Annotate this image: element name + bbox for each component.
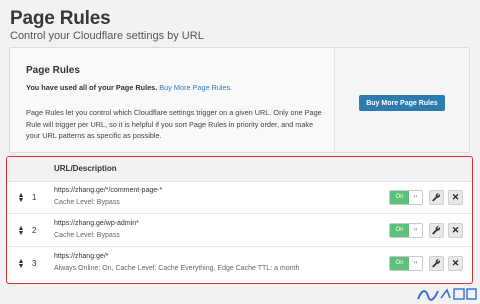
delete-rule-button[interactable]: ✕ xyxy=(448,256,463,271)
edit-rule-button[interactable] xyxy=(429,223,444,238)
wrench-icon xyxy=(432,259,441,268)
rule-priority: 3 xyxy=(32,259,37,268)
table-row: ▲ ▼ 2 https://zhang.ge/wp-admin* Cache Le… xyxy=(7,215,472,247)
rule-url: https://zhang.ge/* xyxy=(54,253,109,260)
usage-card-heading: Page Rules xyxy=(26,65,80,76)
rule-priority: 2 xyxy=(32,226,37,235)
rule-priority: 1 xyxy=(32,193,37,202)
table-row: ▲ ▼ 1 https://zhang.ge/*/comment-page-* C… xyxy=(7,182,472,214)
rule-url: https://zhang.ge/*/comment-page-* xyxy=(54,187,163,194)
url-description-column-header: URL/Description xyxy=(54,164,117,173)
rule-toggle[interactable]: On ‹› xyxy=(389,256,423,271)
toggle-knob-icon: ‹› xyxy=(413,194,418,200)
drag-handle-icon[interactable]: ▲ ▼ xyxy=(17,258,25,270)
wrench-icon xyxy=(432,193,441,202)
table-row: ▲ ▼ 3 https://zhang.ge/* Always Online: O… xyxy=(7,248,472,280)
page-title: Page Rules xyxy=(10,8,111,29)
buy-more-page-rules-button[interactable]: Buy More Page Rules xyxy=(359,95,445,111)
close-icon: ✕ xyxy=(451,258,460,268)
buy-more-link[interactable]: Buy More Page Rules. xyxy=(159,83,232,92)
usage-notice: You have used all of your Page Rules. Bu… xyxy=(26,83,232,92)
page-rules-table: URL/Description ▲ ▼ 1 https://zhang.ge/*/… xyxy=(6,156,473,284)
rule-settings: Cache Level: Bypass xyxy=(54,232,120,239)
delete-rule-button[interactable]: ✕ xyxy=(448,190,463,205)
rule-url: https://zhang.ge/wp-admin* xyxy=(54,220,139,227)
usage-card-actions: Buy More Page Rules xyxy=(334,48,469,152)
page-subtitle: Control your Cloudflare settings by URL xyxy=(10,30,204,42)
rule-settings: Always Online: On, Cache Level: Cache Ev… xyxy=(54,265,300,272)
toggle-on-label: On xyxy=(390,257,409,270)
edit-rule-button[interactable] xyxy=(429,190,444,205)
toggle-on-label: On xyxy=(390,224,409,237)
rule-settings: Cache Level: Bypass xyxy=(54,199,120,206)
toggle-knob-icon: ‹› xyxy=(413,260,418,266)
close-icon: ✕ xyxy=(451,192,460,202)
usage-card-info: Page Rules You have used all of your Pag… xyxy=(10,48,334,152)
close-icon: ✕ xyxy=(451,225,460,235)
page-rules-usage-card: Page Rules You have used all of your Pag… xyxy=(9,47,470,153)
table-header: URL/Description xyxy=(7,157,472,182)
drag-handle-icon[interactable]: ▲ ▼ xyxy=(17,225,25,237)
usage-notice-text: You have used all of your Page Rules. xyxy=(26,83,158,92)
rule-toggle[interactable]: On ‹› xyxy=(389,223,423,238)
wrench-icon xyxy=(432,226,441,235)
rule-toggle[interactable]: On ‹› xyxy=(389,190,423,205)
watermark-logo xyxy=(417,288,477,301)
edit-rule-button[interactable] xyxy=(429,256,444,271)
usage-card-description: Page Rules let you control which Cloudfl… xyxy=(26,108,322,140)
toggle-knob-icon: ‹› xyxy=(413,227,418,233)
toggle-on-label: On xyxy=(390,191,409,204)
drag-handle-icon[interactable]: ▲ ▼ xyxy=(17,192,25,204)
delete-rule-button[interactable]: ✕ xyxy=(448,223,463,238)
